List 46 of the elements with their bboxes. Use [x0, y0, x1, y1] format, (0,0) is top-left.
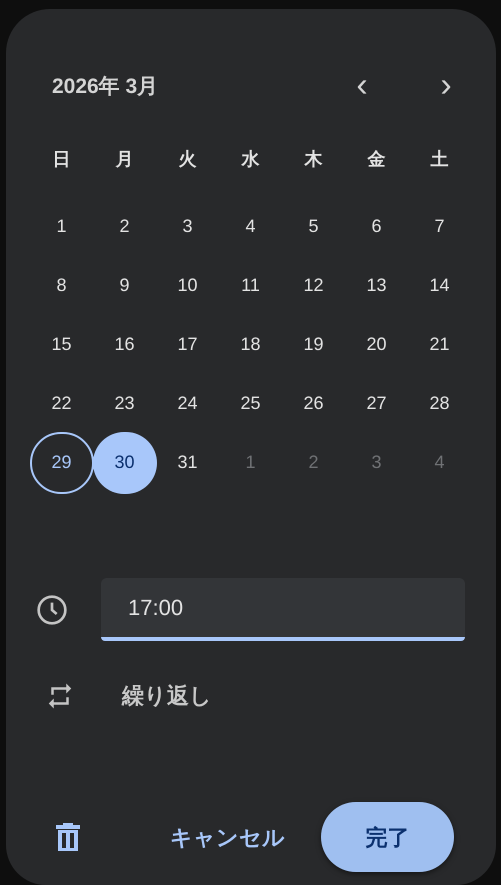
calendar-day[interactable]: 12: [282, 254, 346, 316]
calendar-day[interactable]: 27: [344, 372, 408, 434]
calendar-day[interactable]: 18: [218, 314, 282, 376]
calendar-day[interactable]: 9: [92, 254, 156, 316]
trash-icon[interactable]: [54, 821, 82, 853]
calendar-day[interactable]: 4: [218, 196, 282, 258]
calendar-day[interactable]: 2: [92, 196, 156, 258]
calendar-day[interactable]: 30: [92, 432, 156, 494]
calendar-day[interactable]: 22: [30, 372, 94, 434]
time-input-field[interactable]: 17:00: [101, 578, 465, 641]
calendar-day[interactable]: 17: [156, 314, 220, 376]
repeat-label[interactable]: 繰り返し: [122, 679, 212, 712]
weekday-label: 金: [368, 148, 386, 170]
calendar-day[interactable]: 31: [156, 432, 220, 494]
calendar-day[interactable]: 7: [408, 196, 472, 258]
weekday-label: 日: [52, 148, 70, 170]
next-month-button[interactable]: ›: [426, 67, 466, 107]
calendar-day[interactable]: 8: [30, 254, 94, 316]
calendar-day[interactable]: 25: [218, 372, 282, 434]
calendar-day[interactable]: 6: [344, 196, 408, 258]
done-button[interactable]: 完了: [321, 802, 454, 872]
clock-icon: [36, 594, 68, 626]
calendar-day[interactable]: 28: [408, 372, 472, 434]
weekday-label: 木: [304, 148, 322, 170]
previous-month-button[interactable]: ‹: [342, 67, 382, 107]
calendar-day[interactable]: 19: [282, 314, 346, 376]
calendar-day[interactable]: 23: [92, 372, 156, 434]
calendar-day[interactable]: 1: [30, 196, 94, 258]
calendar-day[interactable]: 16: [92, 314, 156, 376]
calendar-day[interactable]: 10: [156, 254, 220, 316]
calendar-day[interactable]: 11: [218, 254, 282, 316]
weekday-label: 火: [178, 148, 196, 170]
calendar-day[interactable]: 21: [408, 314, 472, 376]
weekday-label: 水: [242, 148, 260, 170]
calendar-day[interactable]: 26: [282, 372, 346, 434]
calendar-day[interactable]: 20: [344, 314, 408, 376]
weekday-label: 土: [430, 148, 448, 170]
weekday-label: 月: [116, 148, 134, 170]
cancel-button[interactable]: キャンセル: [164, 813, 291, 861]
calendar-day[interactable]: 14: [408, 254, 472, 316]
calendar-day[interactable]: 15: [30, 314, 94, 376]
calendar-day[interactable]: 3: [156, 196, 220, 258]
calendar-day[interactable]: 13: [344, 254, 408, 316]
calendar-day[interactable]: 24: [156, 372, 220, 434]
calendar-day[interactable]: 5: [282, 196, 346, 258]
month-title: 2026年 3月: [52, 74, 158, 100]
